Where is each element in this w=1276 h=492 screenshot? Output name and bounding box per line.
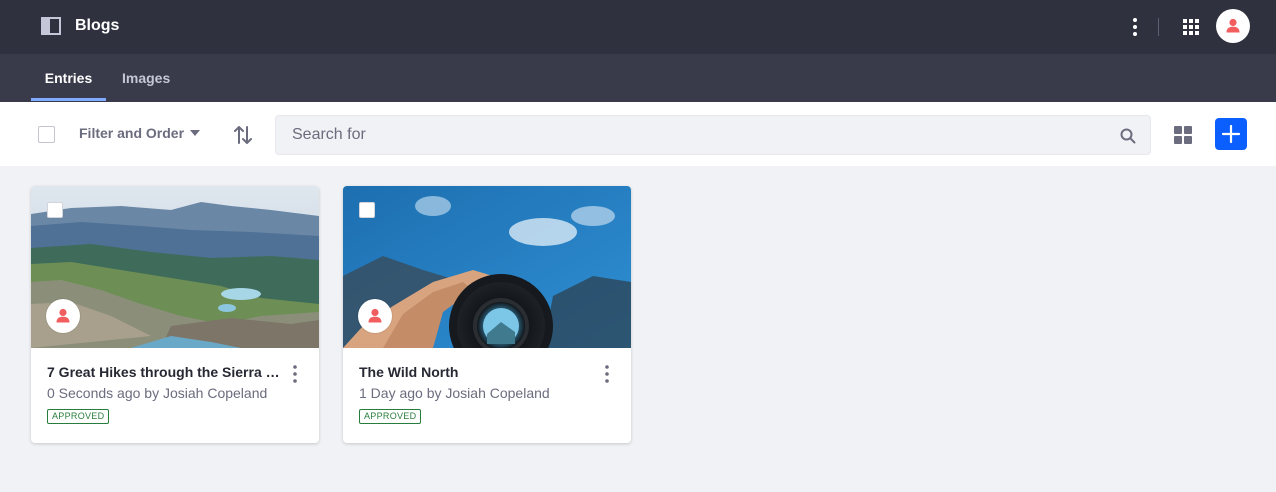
tab-images[interactable]: Images [122,54,170,102]
user-icon [1226,18,1240,33]
search-input[interactable] [276,116,1106,154]
author-avatar [358,299,392,333]
entry-checkbox[interactable] [47,202,63,218]
entry-meta: 1 Day ago by Josiah Copeland [359,385,550,401]
entry-actions-kebab-icon[interactable] [599,363,615,385]
user-avatar[interactable] [1216,9,1250,43]
entry-card[interactable]: 7 Great Hikes through the Sierra N... 0 … [31,186,319,443]
status-badge: APPROVED [359,409,422,424]
add-entry-button[interactable] [1215,118,1247,150]
entry-checkbox[interactable] [359,202,375,218]
user-icon [56,308,70,323]
author-avatar [46,299,80,333]
options-kebab-icon[interactable] [1124,15,1146,39]
search-box [275,115,1151,155]
entry-meta: 0 Seconds ago by Josiah Copeland [47,385,268,401]
entry-actions-kebab-icon[interactable] [287,363,303,385]
app-title: Blogs [75,17,120,34]
entry-title[interactable]: 7 Great Hikes through the Sierra N... [47,364,283,380]
entry-title[interactable]: The Wild North [359,364,595,380]
product-menu-icon[interactable] [41,17,61,35]
sort-order-icon[interactable] [232,124,254,146]
management-toolbar: Filter and Order [0,102,1276,166]
application-bar: Blogs [0,0,1276,54]
plus-icon [1221,124,1241,144]
status-badge: APPROVED [47,409,110,424]
search-icon[interactable] [1119,127,1137,145]
apps-grid-icon[interactable] [1181,17,1201,37]
toolbar-divider [1158,18,1159,36]
entry-card[interactable]: The Wild North 1 Day ago by Josiah Copel… [343,186,631,443]
card-view-icon[interactable] [1174,126,1192,144]
nav-tabs: Entries Images [0,54,1276,102]
user-icon [368,308,382,323]
tab-entries[interactable]: Entries [31,54,106,102]
filter-and-order-button[interactable]: Filter and Order [79,125,184,143]
select-all-checkbox[interactable] [38,126,55,143]
caret-down-icon[interactable] [190,130,200,136]
